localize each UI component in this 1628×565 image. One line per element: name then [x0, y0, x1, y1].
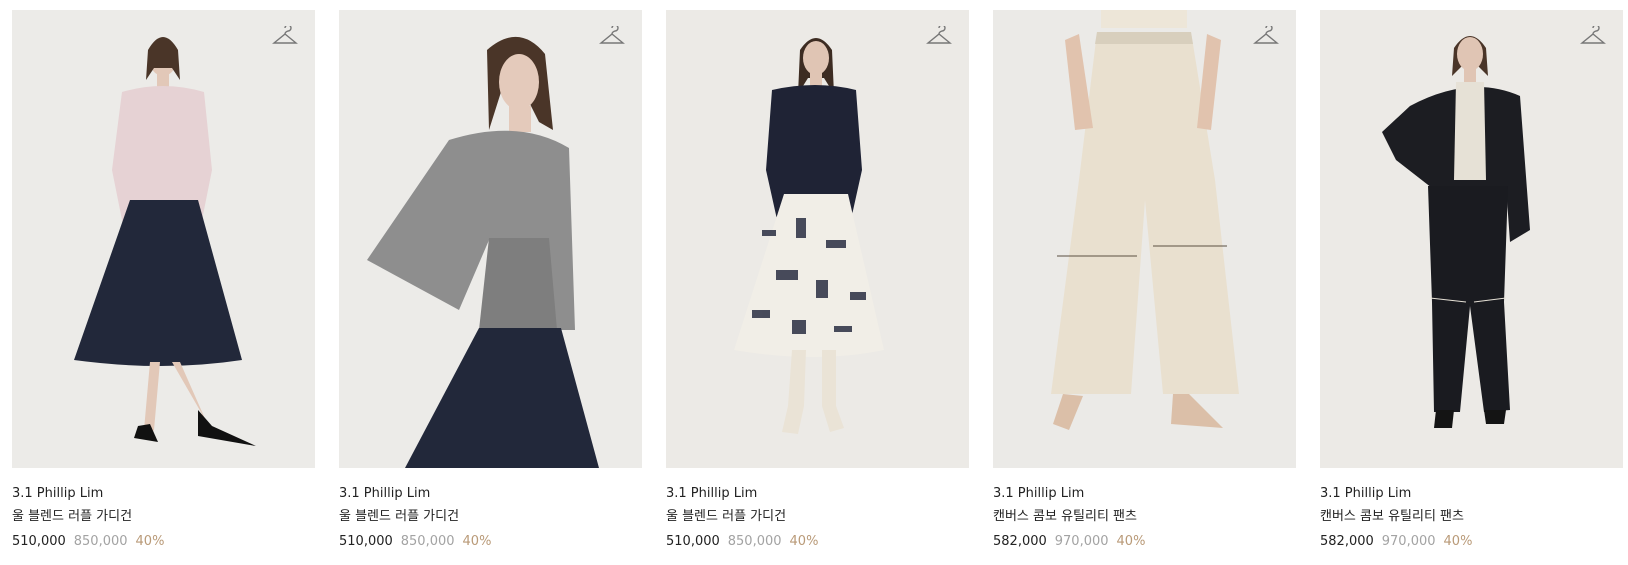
- product-image[interactable]: [1320, 10, 1623, 468]
- sale-price: 510,000: [12, 534, 66, 549]
- product-info: 3.1 Phillip Lim 캔버스 콤보 유틸리티 팬츠 582,000 97…: [1320, 468, 1623, 551]
- hanger-icon[interactable]: [599, 26, 625, 48]
- product-card[interactable]: 3.1 Phillip Lim 울 블렌드 러플 가디건 510,000 850,…: [12, 10, 315, 551]
- product-name[interactable]: 울 블렌드 러플 가디건: [666, 508, 969, 526]
- hanger-icon[interactable]: [926, 26, 952, 48]
- product-info: 3.1 Phillip Lim 울 블렌드 러플 가디건 510,000 850,…: [339, 468, 642, 551]
- brand-label: 3.1 Phillip Lim: [339, 486, 431, 501]
- product-image[interactable]: [666, 10, 969, 468]
- product-name[interactable]: 울 블렌드 러플 가디건: [339, 508, 642, 526]
- discount-rate: 40%: [1443, 534, 1473, 549]
- product-name[interactable]: 캔버스 콤보 유틸리티 팬츠: [993, 508, 1296, 526]
- sale-price: 582,000: [1320, 534, 1374, 549]
- discount-rate: 40%: [1116, 534, 1146, 549]
- sale-price: 510,000: [339, 534, 393, 549]
- product-image[interactable]: [12, 10, 315, 468]
- product-grid: 3.1 Phillip Lim 울 블렌드 러플 가디건 510,000 850,…: [12, 10, 1623, 551]
- sale-price: 582,000: [993, 534, 1047, 549]
- original-price: 850,000: [400, 534, 455, 549]
- product-name[interactable]: 울 블렌드 러플 가디건: [12, 508, 315, 526]
- product-card[interactable]: 3.1 Phillip Lim 울 블렌드 러플 가디건 510,000 850,…: [666, 10, 969, 551]
- original-price: 970,000: [1381, 534, 1436, 549]
- product-card[interactable]: 3.1 Phillip Lim 울 블렌드 러플 가디건 510,000 850,…: [339, 10, 642, 551]
- discount-rate: 40%: [135, 534, 165, 549]
- product-photo: [993, 10, 1296, 468]
- product-photo: [12, 10, 315, 468]
- original-price: 850,000: [73, 534, 128, 549]
- brand-label: 3.1 Phillip Lim: [1320, 486, 1412, 501]
- price-row: 510,000 850,000 40%: [339, 533, 642, 551]
- product-image[interactable]: [339, 10, 642, 468]
- original-price: 850,000: [727, 534, 782, 549]
- hanger-icon[interactable]: [1580, 26, 1606, 48]
- hanger-icon[interactable]: [272, 26, 298, 48]
- product-name[interactable]: 캔버스 콤보 유틸리티 팬츠: [1320, 508, 1623, 526]
- brand-label: 3.1 Phillip Lim: [993, 486, 1085, 501]
- product-photo: [339, 10, 642, 468]
- hanger-icon[interactable]: [1253, 26, 1279, 48]
- product-card[interactable]: 3.1 Phillip Lim 캔버스 콤보 유틸리티 팬츠 582,000 97…: [1320, 10, 1623, 551]
- price-row: 582,000 970,000 40%: [993, 533, 1296, 551]
- sale-price: 510,000: [666, 534, 720, 549]
- product-image[interactable]: [993, 10, 1296, 468]
- price-row: 582,000 970,000 40%: [1320, 533, 1623, 551]
- brand-label: 3.1 Phillip Lim: [12, 486, 104, 501]
- product-photo: [1320, 10, 1623, 468]
- price-row: 510,000 850,000 40%: [666, 533, 969, 551]
- discount-rate: 40%: [789, 534, 819, 549]
- product-card[interactable]: 3.1 Phillip Lim 캔버스 콤보 유틸리티 팬츠 582,000 97…: [993, 10, 1296, 551]
- product-info: 3.1 Phillip Lim 캔버스 콤보 유틸리티 팬츠 582,000 97…: [993, 468, 1296, 551]
- product-photo: [666, 10, 969, 468]
- original-price: 970,000: [1054, 534, 1109, 549]
- product-info: 3.1 Phillip Lim 울 블렌드 러플 가디건 510,000 850,…: [12, 468, 315, 551]
- product-info: 3.1 Phillip Lim 울 블렌드 러플 가디건 510,000 850,…: [666, 468, 969, 551]
- discount-rate: 40%: [462, 534, 492, 549]
- price-row: 510,000 850,000 40%: [12, 533, 315, 551]
- brand-label: 3.1 Phillip Lim: [666, 486, 758, 501]
